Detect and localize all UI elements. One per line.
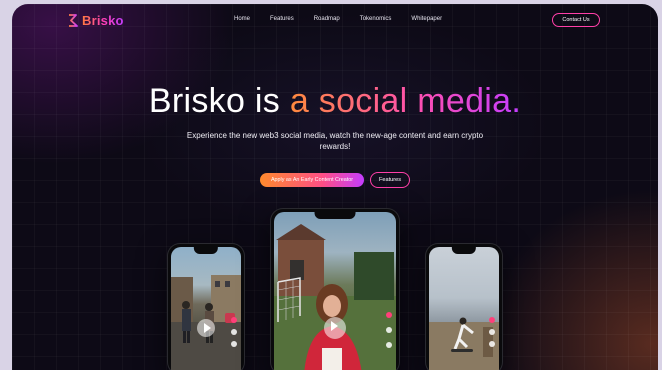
phone-notch bbox=[451, 247, 477, 254]
brisko-logo-icon bbox=[68, 14, 78, 27]
street-scene-image bbox=[171, 275, 241, 370]
browser-page: Brisko Home Features Roadmap Tokenomics … bbox=[12, 4, 658, 370]
share-icon[interactable] bbox=[489, 341, 495, 347]
brand-logo[interactable]: Brisko bbox=[68, 13, 124, 28]
comment-icon[interactable] bbox=[231, 329, 237, 335]
phone-screen bbox=[429, 247, 499, 370]
phone-mockup-right bbox=[426, 244, 502, 370]
features-button[interactable]: Features bbox=[370, 172, 410, 188]
creator-video-image bbox=[274, 224, 396, 370]
phone-mockup-center bbox=[271, 209, 399, 370]
phone-screen bbox=[274, 212, 396, 370]
main-nav: Home Features Roadmap Tokenomics Whitepa… bbox=[234, 16, 462, 22]
apply-creator-button[interactable]: Apply as An Early Content Creator bbox=[260, 173, 364, 187]
nav-features[interactable]: Features bbox=[270, 16, 294, 22]
phone-notch bbox=[193, 247, 219, 254]
hero-subtitle: Experience the new web3 social media, wa… bbox=[186, 131, 484, 151]
video-actions bbox=[231, 317, 237, 347]
comment-icon[interactable] bbox=[386, 327, 392, 333]
nav-roadmap[interactable]: Roadmap bbox=[314, 16, 340, 22]
headline-plain: Brisko is bbox=[148, 82, 290, 120]
nav-tokenomics[interactable]: Tokenomics bbox=[360, 16, 392, 22]
phone-mockup-left bbox=[168, 244, 244, 370]
nav-home[interactable]: Home bbox=[234, 16, 250, 22]
play-icon[interactable] bbox=[197, 319, 215, 337]
comment-icon[interactable] bbox=[489, 329, 495, 335]
hero-headline: Brisko is a social media. bbox=[12, 82, 658, 121]
headline-gradient: a social media. bbox=[289, 82, 522, 120]
play-icon[interactable] bbox=[324, 317, 346, 339]
heart-icon[interactable] bbox=[386, 312, 392, 318]
phone-screen bbox=[171, 247, 241, 370]
video-actions bbox=[489, 317, 495, 347]
phone-notch bbox=[314, 212, 356, 219]
skater-scene-image bbox=[429, 317, 499, 370]
share-icon[interactable] bbox=[386, 342, 392, 348]
nav-whitepaper[interactable]: Whitepaper bbox=[411, 16, 442, 22]
brand-name: Brisko bbox=[82, 13, 124, 28]
heart-icon[interactable] bbox=[489, 317, 495, 323]
video-actions bbox=[386, 312, 392, 348]
contact-us-button[interactable]: Contact Us bbox=[552, 13, 600, 27]
share-icon[interactable] bbox=[231, 341, 237, 347]
heart-icon[interactable] bbox=[231, 317, 237, 323]
